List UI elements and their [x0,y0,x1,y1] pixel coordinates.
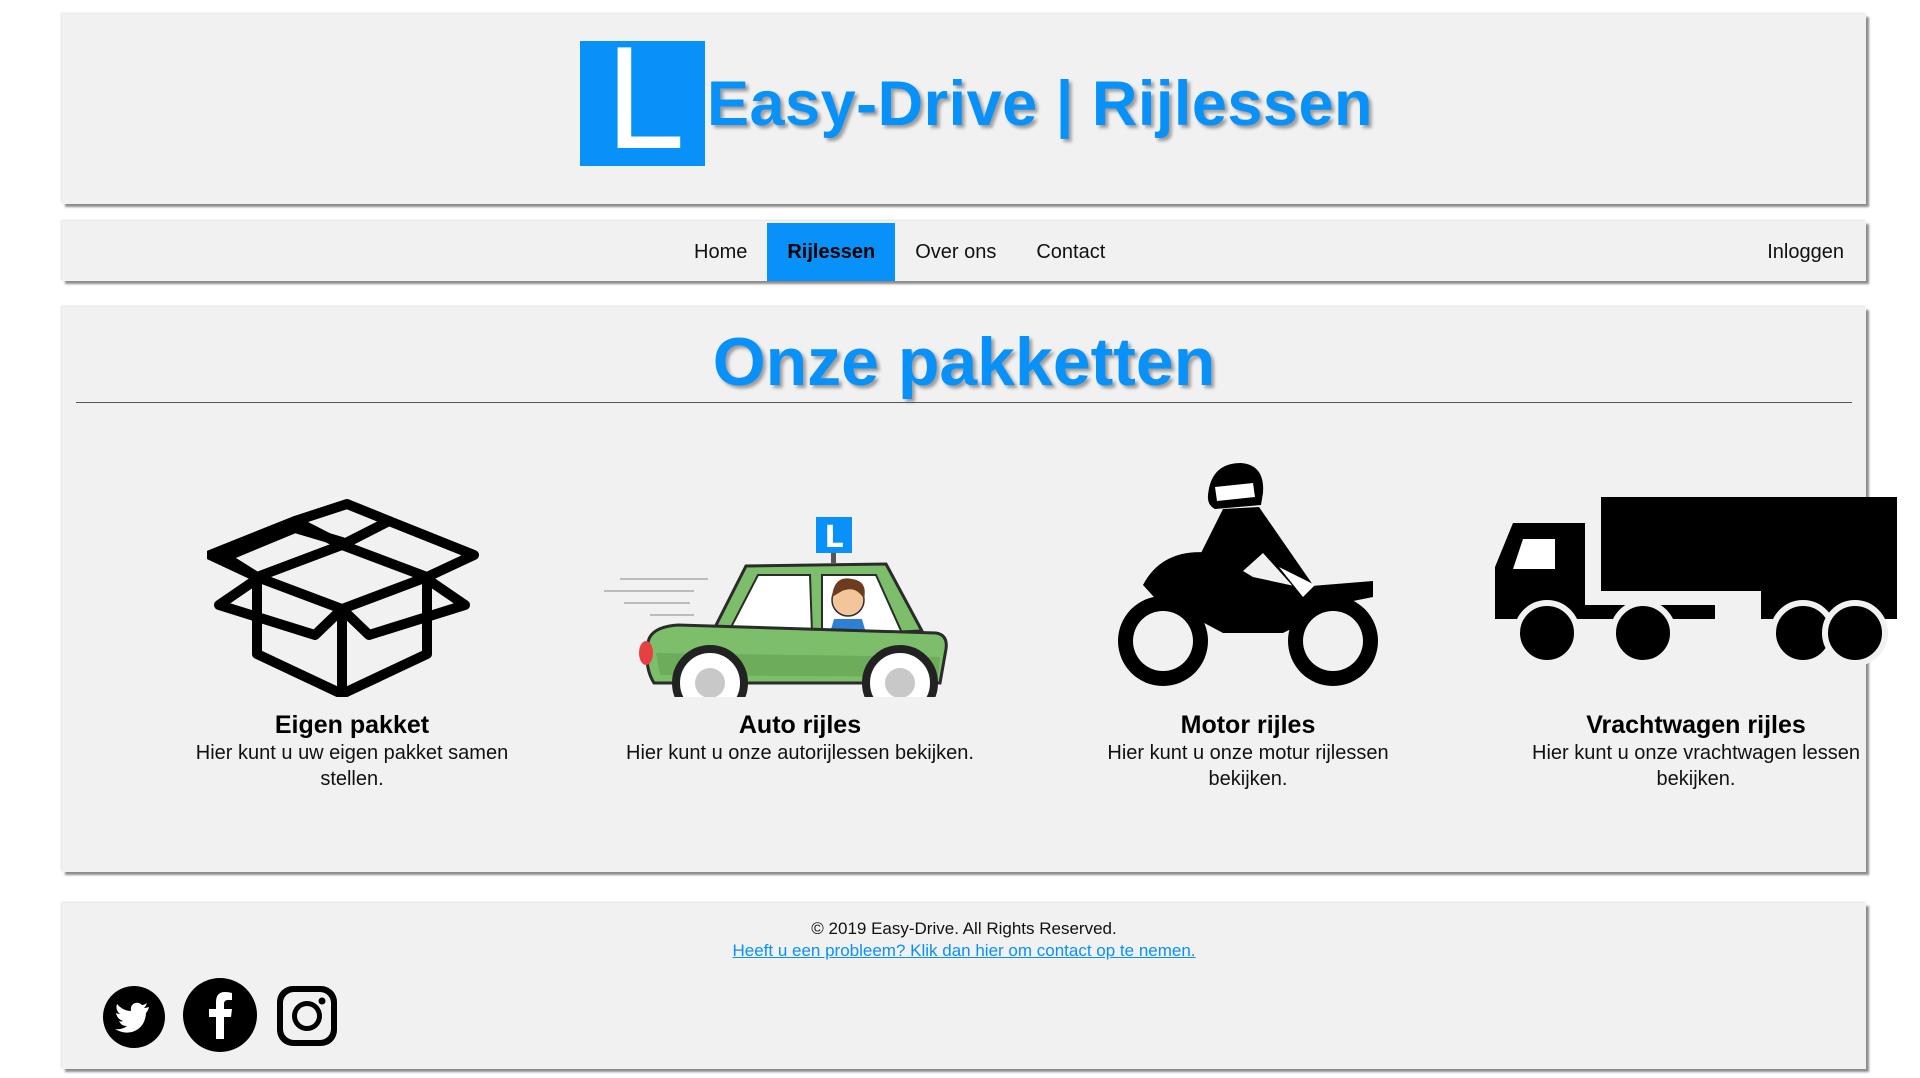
open-box-icon [207,499,479,697]
motorcycle-icon [1118,463,1378,686]
instagram-link[interactable] [274,983,340,1049]
package-card-auto[interactable]: L Auto rijles Hier kunt u onze autorijle… [580,457,1020,766]
page-title: Onze pakketten [712,324,1216,400]
site-logo[interactable]: L Easy-Drive | Rijlessen [580,31,1373,169]
twitter-icon [103,986,165,1048]
main-navigation: Home Rijlessen Over ons Contact Inloggen [62,221,1866,281]
site-header: L Easy-Drive | Rijlessen [62,14,1866,204]
contact-problem-link[interactable]: Heeft u een probleem? Klik dan hier om c… [732,941,1195,960]
instagram-icon [277,986,337,1046]
site-title: Easy-Drive | Rijlessen [707,68,1373,139]
learner-l-icon: L [580,31,705,169]
card-title: Motor rijles [1180,711,1316,739]
card-description: Hier kunt u onze motur rijlessen bekijke… [1107,742,1389,790]
nav-item-rijlessen[interactable]: Rijlessen [767,223,896,281]
twitter-link[interactable] [102,985,166,1049]
card-description: Hier kunt u onze vrachtwagen lessen beki… [1532,742,1860,790]
logo-letter: L [604,19,681,181]
packages-section: Onze pakketten Eigen pakket Hier kunt u … [62,307,1897,872]
truck-icon [1495,497,1897,666]
card-title: Vrachtwagen rijles [1586,711,1806,739]
card-title: Eigen pakket [274,711,430,739]
copyright-text: © 2019 Easy-Drive. All Rights Reserved. [811,919,1117,938]
title-divider [76,402,1852,403]
facebook-icon [183,978,257,1052]
nav-item-contact[interactable]: Contact [1016,223,1125,281]
card-description: Hier kunt u uw eigen pakket samen stelle… [195,742,509,790]
login-link[interactable]: Inloggen [1767,223,1844,281]
nav-item-home[interactable]: Home [674,223,767,281]
facebook-link[interactable] [182,977,258,1053]
card-description: Hier kunt u onze autorijlessen bekijken. [626,742,974,764]
package-card-motor[interactable]: Motor rijles Hier kunt u onze motur rijl… [1028,457,1468,792]
learner-car-icon: L [604,517,948,697]
site-footer: © 2019 Easy-Drive. All Rights Reserved. … [62,903,1866,1069]
nav-item-over-ons[interactable]: Over ons [895,223,1016,281]
package-card-vrachtwagen[interactable]: Vrachtwagen rijles Hier kunt u onze vrac… [1476,457,1916,792]
svg-text:L: L [824,520,843,555]
card-title: Auto rijles [738,711,862,739]
package-card-eigen[interactable]: Eigen pakket Hier kunt u uw eigen pakket… [132,457,572,792]
